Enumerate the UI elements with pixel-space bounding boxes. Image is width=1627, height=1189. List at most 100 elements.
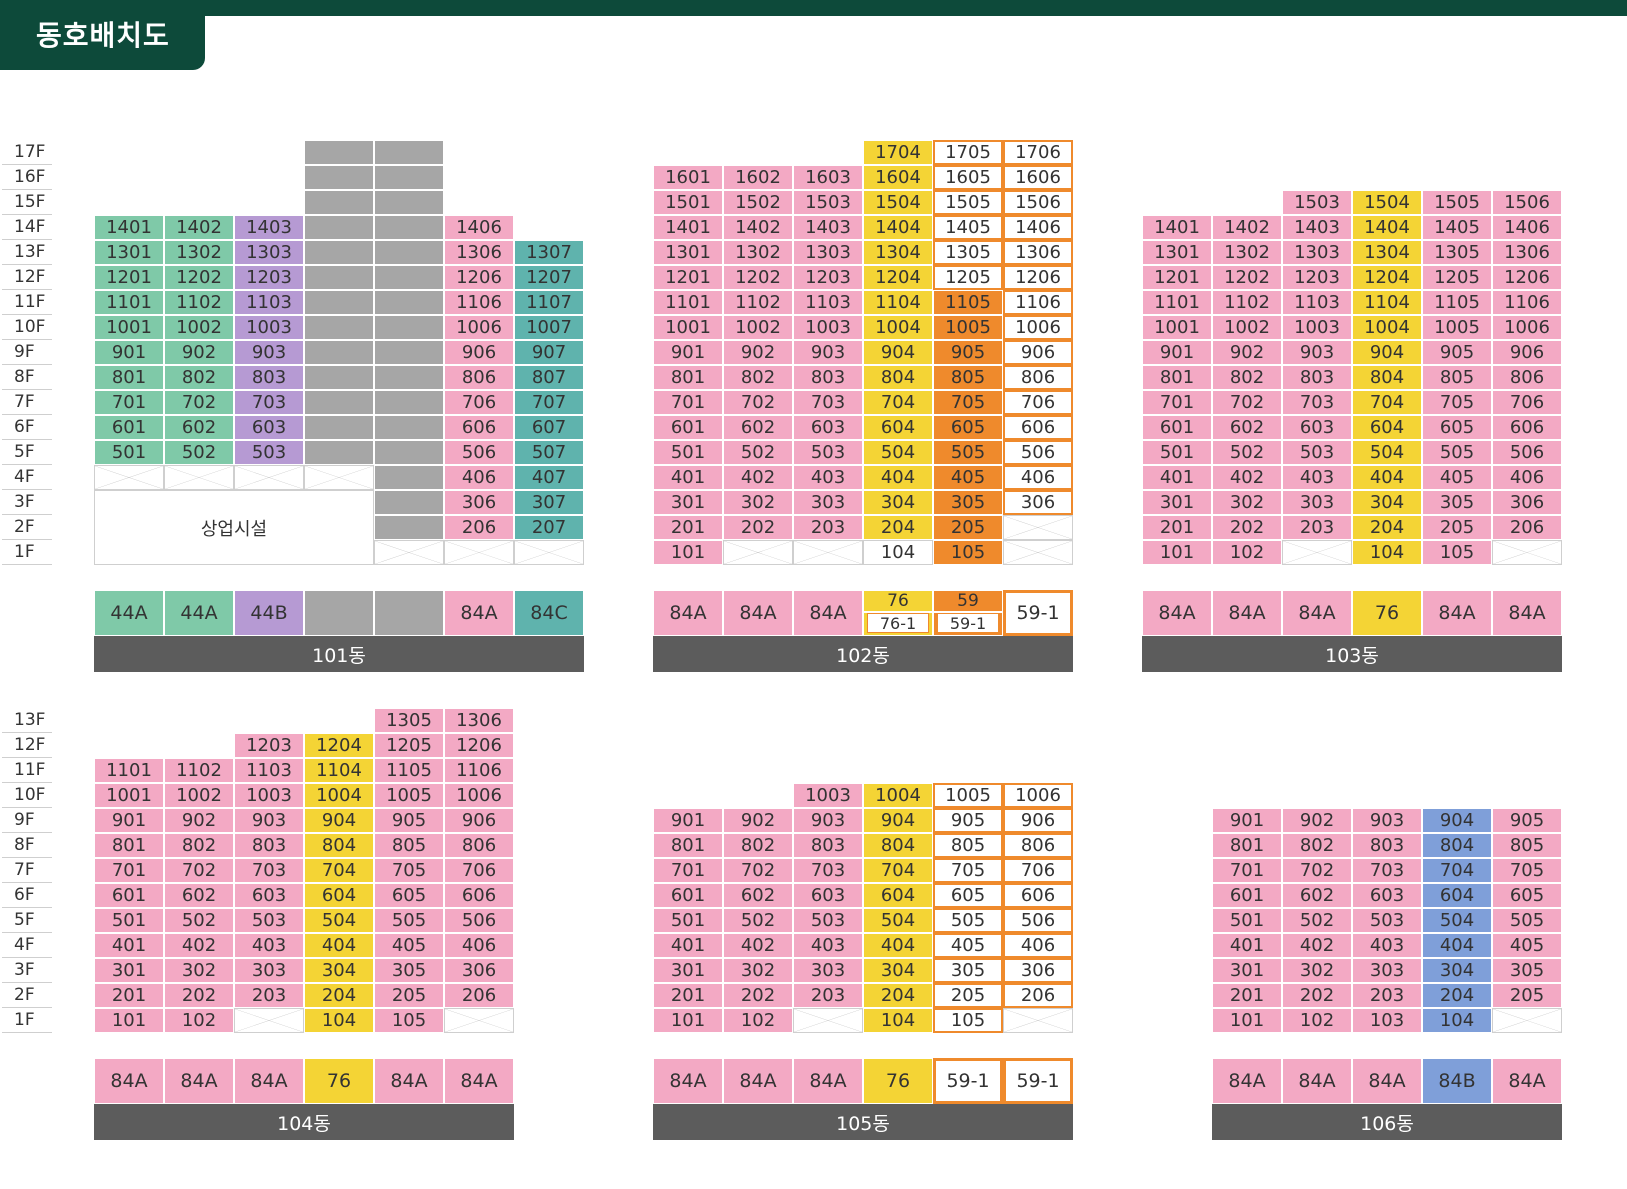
unit-cell[interactable]: 1301 <box>653 240 723 265</box>
unit-cell[interactable]: 1506 <box>1492 190 1562 215</box>
unit-cell[interactable]: 104 <box>1422 1008 1492 1033</box>
unit-cell[interactable]: 302 <box>164 958 234 983</box>
unit-cell[interactable]: 306 <box>1492 490 1562 515</box>
unit-cell[interactable]: 907 <box>514 340 584 365</box>
unit-cell[interactable]: 103 <box>1352 1008 1422 1033</box>
unit-cell[interactable]: 302 <box>723 958 793 983</box>
unit-cell[interactable]: 1301 <box>1142 240 1212 265</box>
unit-cell[interactable]: 1102 <box>164 290 234 315</box>
unit-cell[interactable]: 403 <box>1352 933 1422 958</box>
unit-cell[interactable]: 305 <box>1422 490 1492 515</box>
unit-cell[interactable]: 1004 <box>1352 315 1422 340</box>
unit-cell[interactable]: 305 <box>1492 958 1562 983</box>
unit-cell[interactable]: 904 <box>863 340 933 365</box>
unit-cell[interactable]: 1505 <box>1422 190 1492 215</box>
unit-cell[interactable]: 102 <box>723 1008 793 1033</box>
unit-cell[interactable]: 505 <box>1422 440 1492 465</box>
unit-cell[interactable]: 605 <box>933 883 1003 908</box>
unit-cell[interactable]: 504 <box>863 908 933 933</box>
unit-cell[interactable]: 1102 <box>723 290 793 315</box>
unit-cell[interactable]: 102 <box>1282 1008 1352 1033</box>
unit-cell[interactable]: 1104 <box>304 758 374 783</box>
unit-cell[interactable]: 402 <box>164 933 234 958</box>
unit-cell[interactable]: 701 <box>94 390 164 415</box>
unit-cell[interactable]: 1502 <box>723 190 793 215</box>
unit-cell[interactable]: 301 <box>94 958 164 983</box>
unit-cell[interactable]: 702 <box>1282 858 1352 883</box>
unit-cell[interactable]: 207 <box>514 515 584 540</box>
unit-cell[interactable]: 1404 <box>863 215 933 240</box>
unit-cell[interactable]: 1401 <box>1142 215 1212 240</box>
unit-cell[interactable]: 505 <box>933 440 1003 465</box>
unit-cell[interactable]: 605 <box>1422 415 1492 440</box>
unit-cell[interactable]: 202 <box>723 983 793 1008</box>
unit-cell[interactable]: 1005 <box>933 315 1003 340</box>
unit-cell[interactable]: 1306 <box>444 708 514 733</box>
unit-cell[interactable]: 901 <box>94 340 164 365</box>
unit-cell[interactable]: 903 <box>1282 340 1352 365</box>
unit-cell[interactable]: 602 <box>723 415 793 440</box>
unit-cell[interactable]: 102 <box>1212 540 1282 565</box>
unit-cell[interactable]: 1304 <box>863 240 933 265</box>
unit-cell[interactable]: 1405 <box>933 215 1003 240</box>
unit-cell[interactable]: 507 <box>514 440 584 465</box>
unit-cell[interactable]: 304 <box>304 958 374 983</box>
unit-cell[interactable]: 302 <box>723 490 793 515</box>
unit-cell[interactable]: 601 <box>94 415 164 440</box>
unit-cell[interactable]: 206 <box>444 983 514 1008</box>
unit-cell[interactable]: 504 <box>304 908 374 933</box>
unit-cell[interactable]: 706 <box>1003 390 1073 415</box>
unit-cell[interactable]: 105 <box>1422 540 1492 565</box>
unit-cell[interactable]: 704 <box>304 858 374 883</box>
unit-cell[interactable]: 1105 <box>933 290 1003 315</box>
unit-cell[interactable]: 201 <box>1212 983 1282 1008</box>
unit-cell[interactable]: 301 <box>1212 958 1282 983</box>
unit-cell[interactable]: 1402 <box>723 215 793 240</box>
unit-cell[interactable]: 1103 <box>1282 290 1352 315</box>
unit-cell[interactable]: 605 <box>374 883 444 908</box>
unit-cell[interactable]: 1404 <box>1352 215 1422 240</box>
unit-cell[interactable]: 1305 <box>1422 240 1492 265</box>
unit-cell[interactable]: 705 <box>933 858 1003 883</box>
unit-cell[interactable]: 405 <box>1422 465 1492 490</box>
unit-cell[interactable]: 901 <box>94 808 164 833</box>
unit-cell[interactable]: 1002 <box>164 783 234 808</box>
unit-cell[interactable]: 905 <box>1492 808 1562 833</box>
unit-cell[interactable]: 804 <box>863 365 933 390</box>
unit-cell[interactable]: 206 <box>1003 983 1073 1008</box>
unit-cell[interactable]: 806 <box>444 833 514 858</box>
unit-cell[interactable]: 1106 <box>444 290 514 315</box>
unit-cell[interactable]: 1503 <box>793 190 863 215</box>
unit-cell[interactable]: 704 <box>1352 390 1422 415</box>
unit-cell[interactable]: 1706 <box>1003 140 1073 165</box>
unit-cell[interactable]: 602 <box>723 883 793 908</box>
unit-cell[interactable]: 1402 <box>164 215 234 240</box>
unit-cell[interactable]: 402 <box>723 465 793 490</box>
unit-cell[interactable]: 1303 <box>793 240 863 265</box>
unit-cell[interactable]: 1006 <box>1003 783 1073 808</box>
unit-cell[interactable]: 805 <box>374 833 444 858</box>
unit-cell[interactable]: 1106 <box>444 758 514 783</box>
unit-cell[interactable]: 402 <box>1212 465 1282 490</box>
unit-cell[interactable]: 702 <box>1212 390 1282 415</box>
unit-cell[interactable]: 803 <box>793 365 863 390</box>
unit-cell[interactable]: 601 <box>653 415 723 440</box>
unit-cell[interactable]: 604 <box>1352 415 1422 440</box>
unit-cell[interactable]: 805 <box>1492 833 1562 858</box>
unit-cell[interactable]: 1406 <box>1003 215 1073 240</box>
unit-cell[interactable]: 602 <box>1282 883 1352 908</box>
unit-cell[interactable]: 703 <box>1282 390 1352 415</box>
unit-cell[interactable]: 802 <box>1282 833 1352 858</box>
unit-cell[interactable]: 101 <box>1142 540 1212 565</box>
unit-cell[interactable]: 105 <box>933 1008 1003 1033</box>
unit-cell[interactable]: 401 <box>1212 933 1282 958</box>
unit-cell[interactable]: 1107 <box>514 290 584 315</box>
unit-cell[interactable]: 706 <box>1492 390 1562 415</box>
unit-cell[interactable]: 1201 <box>94 265 164 290</box>
unit-cell[interactable]: 303 <box>234 958 304 983</box>
unit-cell[interactable]: 304 <box>863 490 933 515</box>
unit-cell[interactable]: 406 <box>444 933 514 958</box>
unit-cell[interactable]: 1302 <box>1212 240 1282 265</box>
unit-cell[interactable]: 801 <box>94 365 164 390</box>
unit-cell[interactable]: 1504 <box>863 190 933 215</box>
